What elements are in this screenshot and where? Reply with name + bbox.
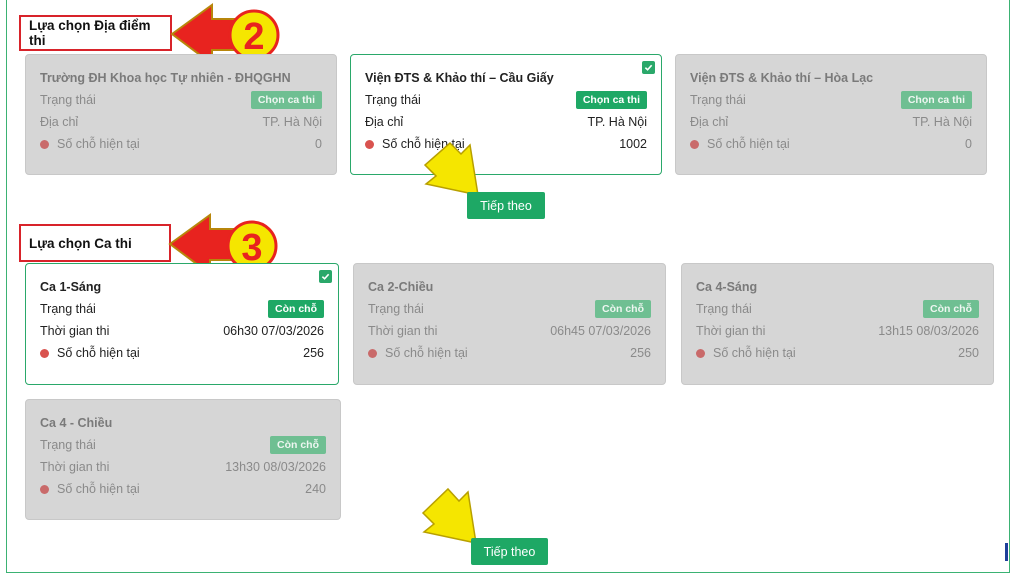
status-badge: Còn chỗ — [595, 300, 651, 318]
red-dot-icon — [40, 484, 49, 494]
time-value: 06h45 07/03/2026 — [550, 324, 651, 338]
session-section-title: Lựa chọn Ca thi — [29, 235, 132, 251]
seats-value: 1002 — [619, 137, 647, 151]
seats-label: Số chỗ hiện tại — [713, 346, 796, 360]
time-label: Thời gian thi — [368, 324, 438, 338]
venue-card[interactable]: Viện ĐTS & Khảo thí – Hòa Lạc Trạng thái… — [675, 54, 987, 175]
status-label: Trạng thái — [40, 302, 96, 316]
time-value: 13h30 08/03/2026 — [225, 460, 326, 474]
seats-value: 250 — [958, 346, 979, 360]
seats-label: Số chỗ hiện tại — [57, 137, 140, 151]
status-badge: Còn chỗ — [923, 300, 979, 318]
red-dot-icon — [696, 348, 705, 358]
step-number-2: 2 — [243, 16, 264, 58]
time-value: 06h30 07/03/2026 — [223, 324, 324, 338]
address-label: Địa chỉ — [690, 115, 729, 129]
session-card[interactable]: Ca 2-Chiều Trạng thái Còn chỗ Thời gian t… — [353, 263, 666, 385]
session-card[interactable]: Ca 4-Sáng Trạng thái Còn chỗ Thời gian th… — [681, 263, 994, 385]
yellow-arrow-icon — [423, 141, 479, 196]
session-section-label: Lựa chọn Ca thi — [19, 224, 171, 262]
scroll-edge-indicator — [1005, 543, 1008, 561]
address-value: TP. Hà Nội — [262, 115, 322, 129]
address-label: Địa chỉ — [40, 115, 79, 129]
session-name: Ca 4 - Chiều — [40, 416, 113, 430]
checkbox-checked-icon[interactable] — [642, 61, 655, 74]
status-badge: Còn chỗ — [270, 436, 326, 454]
red-dot-icon — [40, 348, 49, 358]
venue-name: Viện ĐTS & Khảo thí – Cầu Giấy — [365, 71, 554, 85]
next-button-session[interactable]: Tiếp theo — [471, 538, 548, 565]
status-label: Trạng thái — [690, 93, 746, 107]
seats-value: 256 — [630, 346, 651, 360]
red-dot-icon — [368, 348, 377, 358]
seats-value: 0 — [315, 137, 322, 151]
status-label: Trạng thái — [365, 93, 421, 107]
seats-value: 0 — [965, 137, 972, 151]
next-button-venue[interactable]: Tiếp theo — [467, 192, 545, 219]
time-label: Thời gian thi — [696, 324, 766, 338]
status-badge: Chọn ca thi — [250, 91, 322, 109]
checkbox-checked-icon[interactable] — [319, 270, 332, 283]
venue-name: Trường ĐH Khoa học Tự nhiên - ĐHQGHN — [40, 71, 291, 85]
address-value: TP. Hà Nội — [912, 115, 972, 129]
seats-label: Số chỗ hiện tại — [57, 482, 140, 496]
venue-name: Viện ĐTS & Khảo thí – Hòa Lạc — [690, 71, 874, 85]
time-label: Thời gian thi — [40, 324, 110, 338]
status-label: Trạng thái — [40, 93, 96, 107]
session-card-selected[interactable]: Ca 1-Sáng Trạng thái Còn chỗ Thời gian th… — [25, 263, 339, 385]
time-value: 13h15 08/03/2026 — [878, 324, 979, 338]
red-dot-icon — [690, 139, 699, 149]
status-label: Trạng thái — [368, 302, 424, 316]
seats-label: Số chỗ hiện tại — [57, 346, 140, 360]
yellow-arrow-icon — [421, 487, 477, 544]
venue-card[interactable]: Trường ĐH Khoa học Tự nhiên - ĐHQGHN Trạ… — [25, 54, 337, 175]
venue-card-selected[interactable]: Viện ĐTS & Khảo thí – Cầu Giấy Trạng thá… — [350, 54, 662, 175]
red-dot-icon — [40, 139, 49, 149]
status-label: Trạng thái — [696, 302, 752, 316]
status-badge: Chọn ca thi — [900, 91, 972, 109]
venue-section-label: Lựa chọn Địa điểm thi — [19, 15, 172, 51]
session-name: Ca 2-Chiều — [368, 280, 434, 294]
session-card[interactable]: Ca 4 - Chiều Trạng thái Còn chỗ Thời gian… — [25, 399, 341, 520]
session-name: Ca 1-Sáng — [40, 280, 102, 294]
status-label: Trạng thái — [40, 438, 96, 452]
address-value: TP. Hà Nội — [587, 115, 647, 129]
seats-value: 240 — [305, 482, 326, 496]
red-dot-icon — [365, 139, 374, 149]
seats-label: Số chỗ hiện tại — [707, 137, 790, 151]
status-badge: Còn chỗ — [268, 300, 324, 318]
status-badge: Chọn ca thi — [575, 91, 647, 109]
address-label: Địa chỉ — [365, 115, 404, 129]
session-name: Ca 4-Sáng — [696, 280, 758, 294]
seats-label: Số chỗ hiện tại — [385, 346, 468, 360]
time-label: Thời gian thi — [40, 460, 110, 474]
seats-value: 256 — [303, 346, 324, 360]
venue-section-title: Lựa chọn Địa điểm thi — [29, 18, 151, 48]
